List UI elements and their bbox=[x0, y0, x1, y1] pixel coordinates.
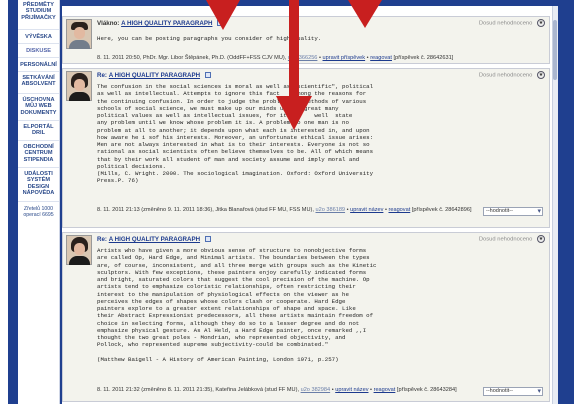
rating-label: Dosud nehodnoceno bbox=[478, 236, 533, 243]
author-id-link[interactable]: u2o 386189 bbox=[315, 207, 345, 213]
post-number: [příspěvek č. 28642631] bbox=[393, 55, 454, 61]
post-body: The confusion in the social sciences is … bbox=[97, 83, 374, 185]
sidebar-item-shop[interactable]: OBCHODNÍ CENTRUM STIPENDIA bbox=[18, 141, 59, 168]
rating-icon[interactable]: ★ bbox=[537, 19, 545, 27]
post-header: Vlákno: A HIGH QUALITY PARAGRAPH bbox=[97, 20, 224, 27]
post-number: [příspěvek č. 28643284] bbox=[396, 387, 457, 393]
thread-prefix: Vlákno: bbox=[97, 20, 120, 27]
sidebar-item-discussion[interactable]: DISKUSE bbox=[18, 44, 59, 58]
arrow-left-icon bbox=[206, 0, 240, 30]
rating-icon[interactable]: ★ bbox=[537, 71, 545, 79]
reply-prefix: Re: bbox=[97, 72, 107, 79]
scrollbar[interactable] bbox=[552, 6, 558, 404]
sidebar-item-board[interactable]: VÝVĚSKA bbox=[18, 30, 59, 44]
author-id-link[interactable]: u2o 382984 bbox=[301, 387, 331, 393]
post-3: Re: A HIGH QUALITY PARAGRAPH Dosud nehod… bbox=[62, 232, 550, 402]
reply-link[interactable]: reagovat bbox=[370, 55, 392, 61]
scrollbar-thumb[interactable] bbox=[553, 20, 557, 80]
post-meta: 8. 11. 2011 20:50, PhDr. Mgr. Libor Štěp… bbox=[97, 55, 287, 61]
edit-title-link[interactable]: upravit název bbox=[335, 387, 368, 393]
post-footer: 8. 11. 2011 21:32 (změněno 8. 11. 2011 2… bbox=[97, 387, 457, 393]
arrow-right-icon bbox=[348, 0, 382, 28]
avatar bbox=[66, 235, 92, 265]
post-meta: 8. 11. 2011 21:13 (změněno 9. 11. 2011 1… bbox=[97, 207, 314, 213]
sidebar-item-personal[interactable]: PERSONÁLNÍ bbox=[18, 58, 59, 72]
thread-title-link[interactable]: A HIGH QUALITY PARAGRAPH bbox=[121, 20, 212, 27]
post-body: Artists who have given a more obvious se… bbox=[97, 247, 377, 363]
avatar bbox=[66, 71, 92, 101]
rating-area: Dosud nehodnoceno ★ bbox=[479, 19, 545, 27]
sidebar-item-storage[interactable]: ÚSCHOVNA MŮJ WEB DOKUMENTY bbox=[18, 94, 59, 121]
post-meta: 8. 11. 2011 21:32 (změněno 8. 11. 2011 2… bbox=[97, 387, 300, 393]
sidebar-item-elportal[interactable]: ELPORTÁL DRIL bbox=[18, 121, 59, 141]
reply-prefix: Re: bbox=[97, 236, 107, 243]
edit-title-link[interactable]: upravit název bbox=[350, 207, 383, 213]
edit-post-link[interactable]: upravit příspěvek bbox=[323, 55, 366, 61]
sidebar-item-events[interactable]: UDÁLOSTI SYSTÉM DESIGN NÁPOVĚDA bbox=[18, 168, 59, 202]
pencil-icon[interactable] bbox=[204, 72, 211, 79]
reply-link[interactable]: reagovat bbox=[388, 207, 410, 213]
post-header: Re: A HIGH QUALITY PARAGRAPH bbox=[97, 72, 211, 79]
sidebar-item-alumni[interactable]: SETKÁVÁNÍ ABSOLVENT bbox=[18, 72, 59, 94]
rating-select[interactable]: --hodnotit-- bbox=[483, 387, 543, 396]
post-footer: 8. 11. 2011 21:13 (změněno 9. 11. 2011 1… bbox=[97, 207, 472, 213]
avatar bbox=[66, 19, 92, 49]
thread-title-link[interactable]: A HIGH QUALITY PARAGRAPH bbox=[109, 236, 200, 243]
rating-area: Dosud nehodnoceno ★ bbox=[479, 235, 545, 243]
reply-link[interactable]: reagovat bbox=[374, 387, 396, 393]
thread-title-link[interactable]: A HIGH QUALITY PARAGRAPH bbox=[109, 72, 200, 79]
rating-select[interactable]: --hodnotit-- bbox=[483, 207, 543, 216]
arrow-center-icon bbox=[276, 0, 312, 130]
sidebar-item-subjects[interactable]: PŘEDMĚTY STUDIUM PŘIJÍMAČKY bbox=[18, 0, 59, 30]
rating-label: Dosud nehodnoceno bbox=[478, 20, 533, 27]
sidebar: PŘEDMĚTY STUDIUM PŘIJÍMAČKY VÝVĚSKA DISK… bbox=[18, 0, 60, 404]
post-number: [příspěvek č. 28642896] bbox=[411, 207, 472, 213]
sidebar-info: Zřetelů 1000 operací 6695 bbox=[23, 206, 54, 218]
rating-area: Dosud nehodnoceno ★ bbox=[479, 71, 545, 79]
rating-label: Dosud nehodnoceno bbox=[478, 72, 533, 79]
pencil-icon[interactable] bbox=[204, 236, 211, 243]
rating-icon[interactable]: ★ bbox=[537, 235, 545, 243]
post-header: Re: A HIGH QUALITY PARAGRAPH bbox=[97, 236, 211, 243]
